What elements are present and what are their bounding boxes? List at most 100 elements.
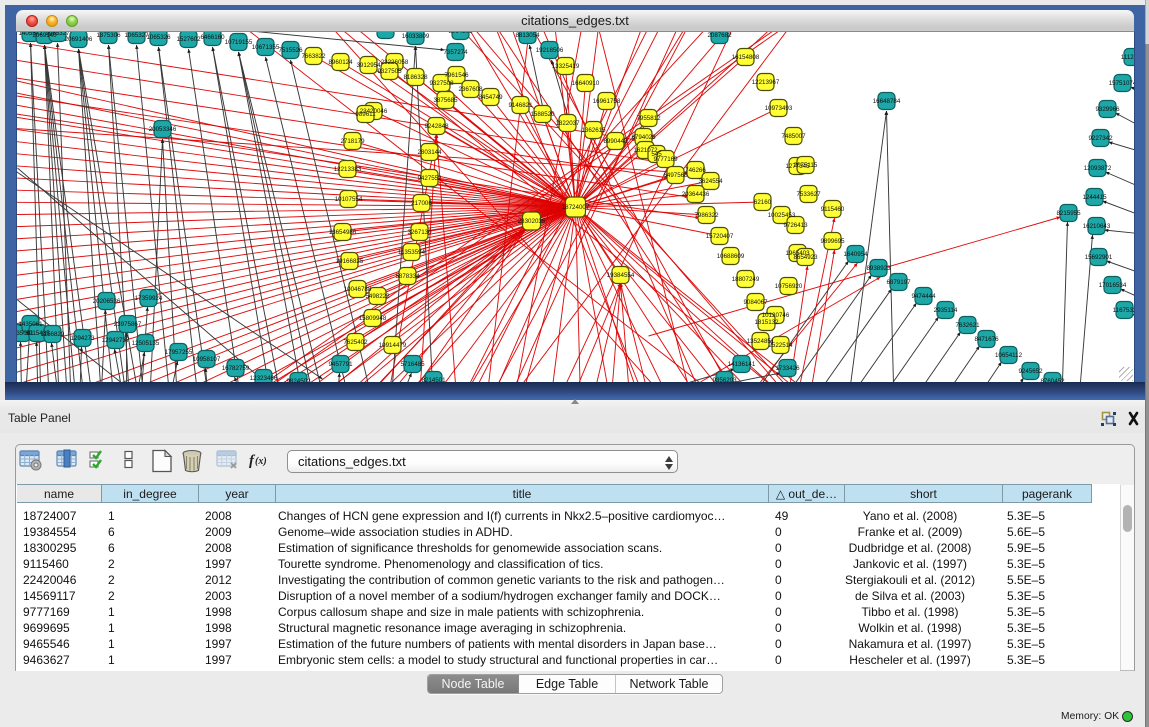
svg-text:15692901: 15692901 bbox=[1084, 254, 1112, 261]
svg-text:15720407: 15720407 bbox=[705, 233, 733, 240]
svg-text:6466160: 6466160 bbox=[200, 34, 225, 41]
svg-text:8454749: 8454749 bbox=[478, 94, 503, 101]
svg-text:62160: 62160 bbox=[753, 199, 771, 206]
svg-text:2522514: 2522514 bbox=[768, 342, 793, 349]
svg-text:10107554: 10107554 bbox=[334, 196, 362, 203]
svg-text:1167533: 1167533 bbox=[1112, 307, 1133, 314]
svg-text:17957255: 17957255 bbox=[164, 349, 192, 356]
svg-text:9899695: 9899695 bbox=[820, 238, 845, 245]
svg-text:10654112: 10654112 bbox=[994, 352, 1022, 359]
svg-text:15751074: 15751074 bbox=[1108, 80, 1133, 87]
svg-text:9327505: 9327505 bbox=[377, 68, 402, 75]
svg-text:8964301: 8964301 bbox=[448, 32, 473, 35]
svg-text:20053346: 20053346 bbox=[148, 126, 176, 133]
svg-text:10671355: 10671355 bbox=[251, 44, 279, 51]
svg-text:19384554: 19384554 bbox=[606, 272, 634, 279]
svg-text:1588520: 1588520 bbox=[530, 111, 555, 118]
svg-text:8214501: 8214501 bbox=[421, 377, 446, 382]
svg-text:1527602: 1527602 bbox=[176, 36, 201, 43]
svg-text:3267130: 3267130 bbox=[407, 229, 432, 236]
svg-text:9824502: 9824502 bbox=[286, 378, 311, 382]
svg-text:7632621: 7632621 bbox=[955, 322, 980, 329]
svg-text:9227342: 9227342 bbox=[1088, 135, 1113, 142]
svg-text:2718179: 2718179 bbox=[340, 138, 365, 145]
svg-text:2803144: 2803144 bbox=[417, 149, 442, 156]
svg-text:10914479: 10914479 bbox=[378, 342, 406, 349]
svg-text:1663582: 1663582 bbox=[373, 32, 398, 34]
svg-text:16961758: 16961758 bbox=[592, 98, 620, 105]
svg-text:23226058: 23226058 bbox=[380, 59, 408, 66]
svg-text:2935114: 2935114 bbox=[933, 307, 957, 314]
svg-text:217006: 217006 bbox=[411, 200, 432, 207]
svg-text:1435061: 1435061 bbox=[18, 321, 43, 328]
svg-text:7533627: 7533627 bbox=[796, 191, 821, 198]
svg-text:12323466: 12323466 bbox=[249, 375, 277, 382]
svg-text:12213967: 12213967 bbox=[751, 79, 779, 86]
svg-text:1065326: 1065326 bbox=[146, 34, 171, 41]
svg-text:23975867: 23975867 bbox=[113, 321, 141, 328]
svg-text:9329966: 9329966 bbox=[1095, 106, 1120, 113]
svg-text:10958107: 10958107 bbox=[192, 356, 220, 363]
svg-text:9777169: 9777169 bbox=[653, 156, 678, 163]
svg-text:7485007: 7485007 bbox=[781, 133, 806, 140]
svg-text:3624554: 3624554 bbox=[698, 178, 723, 185]
svg-text:10120746: 10120746 bbox=[761, 312, 789, 319]
svg-text:7515526: 7515526 bbox=[278, 47, 303, 54]
svg-text:16033809: 16033809 bbox=[401, 33, 429, 40]
svg-text:9356203: 9356203 bbox=[712, 377, 737, 382]
svg-text:2075115: 2075115 bbox=[793, 162, 817, 169]
svg-text:1244415: 1244415 bbox=[1082, 194, 1107, 201]
svg-text:8960124: 8960124 bbox=[328, 59, 353, 66]
svg-text:19218506: 19218506 bbox=[535, 47, 563, 54]
svg-text:18724007: 18724007 bbox=[561, 204, 589, 211]
svg-text:11353594: 11353594 bbox=[397, 249, 425, 256]
svg-text:6879197: 6879197 bbox=[886, 279, 911, 286]
svg-text:10688609: 10688609 bbox=[716, 253, 744, 260]
svg-text:2087682: 2087682 bbox=[707, 32, 732, 39]
svg-text:9242848: 9242848 bbox=[424, 123, 449, 130]
svg-text:17016534: 17016534 bbox=[1098, 282, 1126, 289]
svg-text:746266: 746266 bbox=[685, 167, 706, 174]
svg-text:6794028: 6794028 bbox=[631, 134, 656, 141]
svg-text:1065327: 1065327 bbox=[124, 32, 149, 39]
svg-text:16782759: 16782759 bbox=[221, 365, 249, 372]
svg-text:23302035: 23302035 bbox=[517, 218, 545, 225]
svg-text:16640910: 16640910 bbox=[571, 80, 599, 87]
svg-text:7986322: 7986322 bbox=[694, 212, 719, 219]
svg-text:5498222: 5498222 bbox=[365, 293, 390, 300]
svg-text:1294273: 1294273 bbox=[70, 335, 95, 342]
svg-text:16210643: 16210643 bbox=[1082, 223, 1110, 230]
svg-text:7625402: 7625402 bbox=[343, 339, 368, 346]
svg-text:12942737: 12942737 bbox=[101, 337, 129, 344]
svg-text:10756920: 10756920 bbox=[774, 283, 802, 290]
svg-text:8471676: 8471676 bbox=[974, 336, 999, 343]
svg-text:(x): (x) bbox=[255, 456, 267, 467]
svg-text:10973493: 10973493 bbox=[764, 105, 792, 112]
svg-text:13325419: 13325419 bbox=[551, 63, 579, 70]
svg-text:1640954: 1640954 bbox=[843, 251, 868, 258]
svg-text:1875306: 1875306 bbox=[96, 32, 121, 39]
svg-text:16154808: 16154808 bbox=[731, 54, 759, 61]
svg-text:8186328: 8186328 bbox=[403, 74, 428, 81]
svg-text:8760452: 8760452 bbox=[1040, 378, 1065, 382]
svg-text:1733426: 1733426 bbox=[775, 365, 800, 372]
svg-text:12093872: 12093872 bbox=[1083, 165, 1111, 172]
svg-text:7955812: 7955812 bbox=[636, 115, 661, 122]
svg-text:5878334: 5878334 bbox=[395, 273, 420, 280]
svg-text:9115460: 9115460 bbox=[820, 206, 844, 213]
svg-text:12505135: 12505135 bbox=[131, 340, 159, 347]
svg-text:10025453: 10025453 bbox=[767, 212, 795, 219]
svg-text:19166825: 19166825 bbox=[335, 258, 363, 265]
svg-text:1822037: 1822037 bbox=[555, 120, 580, 127]
svg-text:15809948: 15809948 bbox=[358, 315, 386, 322]
svg-text:10719155: 10719155 bbox=[224, 39, 252, 46]
svg-text:1156829: 1156829 bbox=[40, 331, 64, 338]
svg-text:12213383: 12213383 bbox=[333, 166, 361, 173]
svg-text:1112657: 1112657 bbox=[1120, 54, 1133, 61]
svg-text:20364436: 20364436 bbox=[681, 191, 709, 198]
svg-text:9146821: 9146821 bbox=[508, 102, 533, 109]
svg-text:9245652: 9245652 bbox=[1018, 368, 1043, 375]
svg-text:7663822: 7663822 bbox=[301, 53, 326, 60]
svg-text:20206536: 20206536 bbox=[92, 298, 120, 305]
svg-text:9457791: 9457791 bbox=[328, 361, 353, 368]
